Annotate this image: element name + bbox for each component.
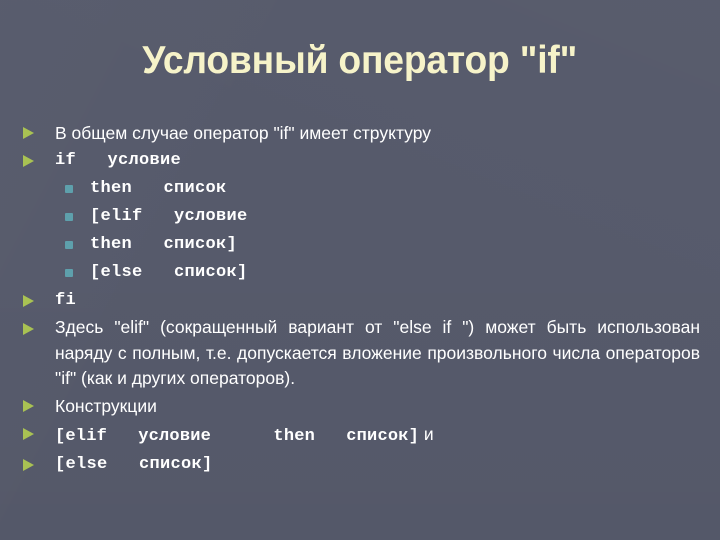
list-item: В общем случае оператор "if" имеет струк… [0,119,720,147]
list-item-paragraph: Здесь "elif" (сокращенный вариант от "el… [55,317,700,388]
list-item-label: Конструкции [55,395,157,416]
triangle-bullet-icon [23,427,34,440]
square-bullet-icon [65,269,73,277]
list-item: then список] [0,231,720,259]
list-item-label: [else список] [90,263,248,282]
title-block: Условный оператор "if" [0,38,720,84]
list-item-label: В общем случае оператор "if" имеет струк… [55,123,432,143]
square-bullet-icon [65,213,73,221]
list-item-label: [elif условие then список] и [55,420,700,451]
square-bullet-icon [65,241,73,249]
square-bullet-icon [65,185,73,193]
list-item-label: then список] [90,235,238,254]
list-item-code: [elif условие then список] [55,426,420,446]
triangle-bullet-icon [23,458,34,471]
triangle-bullet-icon [23,295,34,307]
list-item-label: if условие [55,151,182,170]
slide-body: В общем случае оператор "if" имеет струк… [0,119,720,479]
list-item: if условие [0,147,720,175]
list-item: [else список] [0,451,720,479]
triangle-bullet-icon [23,399,34,412]
list-item: Здесь "elif" (сокращенный вариант от "el… [0,315,720,392]
slide-canvas: Условный оператор "if" В общем случае оп… [0,0,720,540]
triangle-bullet-icon [23,323,34,335]
list-item: [else список] [0,259,720,287]
list-item: Конструкции [0,392,720,420]
list-item: then список [0,175,720,203]
page-title: Условный оператор "if" [142,39,578,82]
list-item: [elif условие [0,203,720,231]
list-item: fi [0,287,720,315]
list-item-conjunction: и [419,423,434,444]
triangle-bullet-icon [23,155,34,167]
list-item: [elif условие then список] и [0,420,720,451]
list-item-label: [elif условие [90,207,248,226]
list-item-label: then список [90,179,227,198]
list-item-label: [else список] [55,454,213,474]
triangle-bullet-icon [23,127,34,139]
list-item-label: fi [55,291,77,310]
